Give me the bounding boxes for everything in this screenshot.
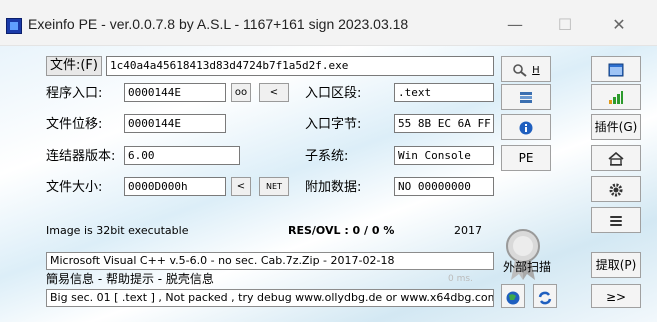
external-scan-button[interactable]: 外部扫描 <box>503 258 551 275</box>
overlay-field[interactable]: NO 00000000 <box>394 177 494 196</box>
info-button[interactable] <box>501 114 551 140</box>
linker-label: 连结器版本: <box>46 149 116 164</box>
title-bar: Exeinfo PE - ver.0.0.7.8 by A.S.L - 1167… <box>0 0 657 46</box>
menu-button[interactable] <box>591 207 641 233</box>
open-window-button[interactable] <box>591 56 641 82</box>
stats-button[interactable] <box>591 84 641 110</box>
bottom-info[interactable]: Big sec. 01 [ .text ] , Not packed , try… <box>46 289 494 307</box>
search-button[interactable]: H <box>501 56 551 82</box>
detection-result[interactable]: Microsoft Visual C++ v.5-6.0 - no sec. C… <box>46 252 494 270</box>
home-icon <box>608 151 624 166</box>
subsystem-label: 子系统: <box>305 149 349 164</box>
hamburger-icon <box>610 215 622 226</box>
file-open-button[interactable]: 文件:(F) <box>46 56 102 76</box>
overlay-label: 附加数据: <box>305 180 362 195</box>
entry-point-label: 程序入口: <box>46 86 103 101</box>
file-offset-label: 文件位移: <box>46 117 103 132</box>
refresh-button[interactable] <box>533 284 557 308</box>
info-icon <box>519 121 533 134</box>
hint-text: 簡易信息 - 帮助提示 - 脱壳信息 <box>46 272 214 286</box>
minimize-button[interactable]: — <box>492 10 538 40</box>
net-button[interactable]: NET <box>259 177 289 196</box>
rip-button[interactable]: 提取(P) <box>591 252 641 278</box>
file-size-back-button[interactable]: < <box>231 177 251 196</box>
res-ovl-text: RES/OVL : 0 / 0 % <box>288 224 395 237</box>
search-button-label: H <box>532 65 540 76</box>
options-button[interactable] <box>591 176 641 202</box>
refresh-icon <box>538 291 552 304</box>
file-name-field[interactable]: 1c40a4a45618413d83d4724b7f1a5d2f.exe <box>106 56 494 76</box>
image-type-text: Image is 32bit executable <box>46 224 189 237</box>
signal-bars-icon <box>609 90 623 104</box>
entry-section-field[interactable]: .text <box>394 83 494 102</box>
entry-point-field[interactable]: 0000144E <box>124 83 226 102</box>
sections-icon <box>520 91 532 103</box>
close-button[interactable]: ✕ <box>596 10 642 40</box>
entry-point-back-button[interactable]: < <box>259 83 289 102</box>
scan-time: 0 ms. <box>448 274 473 284</box>
web-button[interactable] <box>501 284 525 308</box>
globe-icon <box>506 291 520 304</box>
magnifier-icon <box>513 63 527 77</box>
year-text: 2017 <box>454 224 482 237</box>
home-button[interactable] <box>591 145 641 171</box>
entry-point-oo-button[interactable]: oo <box>231 83 251 102</box>
entry-section-label: 入口区段: <box>305 86 362 101</box>
subsystem-field[interactable]: Win Console <box>394 146 494 165</box>
entry-bytes-label: 入口字节: <box>305 117 362 132</box>
plugins-button[interactable]: 插件(G) <box>591 114 641 140</box>
window-title: Exeinfo PE - ver.0.0.7.8 by A.S.L - 1167… <box>28 16 409 32</box>
pe-button[interactable]: PE <box>501 145 551 171</box>
file-offset-field[interactable]: 0000144E <box>124 114 226 133</box>
main-panel: 文件:(F) 1c40a4a45618413d83d4724b7f1a5d2f.… <box>0 46 657 322</box>
window-icon <box>608 63 624 76</box>
app-icon <box>6 18 22 34</box>
linker-field[interactable]: 6.00 <box>124 146 240 165</box>
file-size-field[interactable]: 0000D000h <box>124 177 226 196</box>
sections-button[interactable] <box>501 84 551 110</box>
file-size-label: 文件大小: <box>46 180 103 195</box>
entry-bytes-field[interactable]: 55 8B EC 6A FF <box>394 114 494 133</box>
maximize-button[interactable]: ☐ <box>542 10 588 40</box>
gear-icon <box>609 183 623 196</box>
next-button[interactable]: ≥> <box>591 284 641 308</box>
